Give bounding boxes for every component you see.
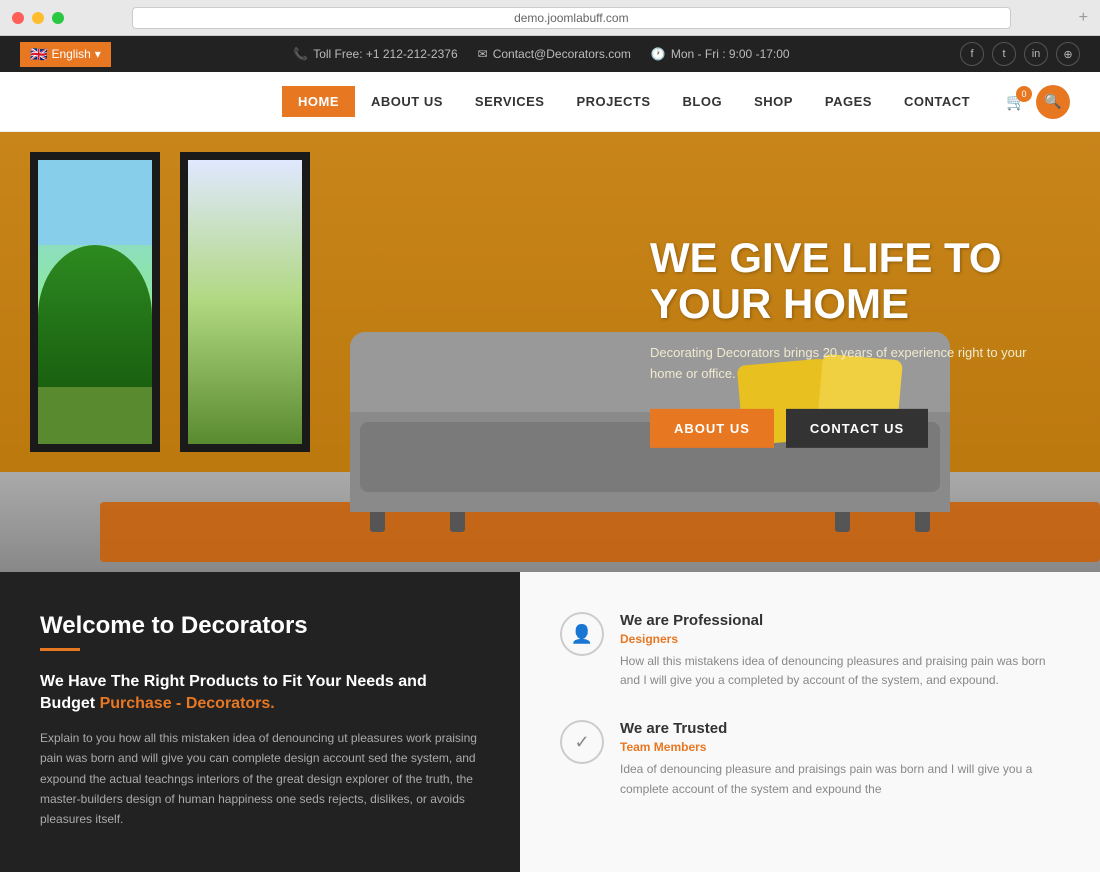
window-left-glass — [38, 160, 152, 444]
welcome-divider — [40, 648, 80, 651]
email-info: ✉ Contact@Decorators.com — [478, 47, 631, 61]
facebook-icon[interactable]: f — [960, 42, 984, 66]
welcome-right: 👤 We are Professional Designers How all … — [520, 572, 1100, 872]
feature-professional-text: We are Professional Designers How all th… — [620, 612, 1060, 690]
person-icon: 👤 — [571, 624, 593, 645]
hero-section: WE GIVE LIFE TO YOUR HOME Decorating Dec… — [0, 132, 1100, 572]
feature-professional-tag: Designers — [620, 632, 1060, 646]
instagram-icon[interactable]: ⊕ — [1056, 42, 1080, 66]
welcome-left: Welcome to Decorators We Have The Right … — [0, 572, 520, 872]
search-icon: 🔍 — [1044, 93, 1061, 110]
social-icons: f t in ⊕ — [960, 42, 1080, 66]
feature-professional-body: How all this mistakens idea of denouncin… — [620, 652, 1060, 690]
hero-buttons: ABOUT US CONTACT US — [650, 409, 1050, 448]
flag-icon: 🇬🇧 — [30, 46, 47, 63]
phone-info: 📞 Toll Free: +1 212-212-2376 — [293, 47, 457, 61]
cart-badge: 0 — [1016, 86, 1032, 102]
nav-shop[interactable]: SHOP — [738, 86, 809, 117]
feature-professional: 👤 We are Professional Designers How all … — [560, 612, 1060, 690]
hero-content: WE GIVE LIFE TO YOUR HOME Decorating Dec… — [650, 235, 1050, 448]
top-bar: 🇬🇧 English ▾ 📞 Toll Free: +1 212-212-237… — [0, 36, 1100, 72]
clock-icon: 🕐 — [651, 47, 666, 61]
address-bar[interactable]: demo.joomlabuff.com — [132, 7, 1011, 29]
nav-actions: 🛒 0 🔍 — [1006, 85, 1070, 119]
checkmark-icon: ✓ — [574, 732, 589, 753]
hero-subtitle: Decorating Decorators brings 20 years of… — [650, 343, 1050, 385]
minimize-dot[interactable] — [32, 12, 44, 24]
welcome-section: Welcome to Decorators We Have The Right … — [0, 572, 1100, 872]
contact-us-button[interactable]: CONTACT US — [786, 409, 928, 448]
hours-info: 🕐 Mon - Fri : 9:00 -17:00 — [651, 47, 790, 61]
nav-links: HOME ABOUT US SERVICES PROJECTS BLOG SHO… — [282, 86, 986, 117]
nav-about[interactable]: ABOUT US — [355, 86, 459, 117]
welcome-link[interactable]: Purchase - Decorators. — [100, 695, 275, 712]
sofa-leg-3 — [835, 512, 850, 532]
search-button[interactable]: 🔍 — [1036, 85, 1070, 119]
window-left — [30, 152, 160, 452]
language-button[interactable]: 🇬🇧 English ▾ — [20, 42, 111, 67]
twitter-icon[interactable]: t — [992, 42, 1016, 66]
welcome-body: Explain to you how all this mistaken ide… — [40, 728, 480, 830]
professional-icon: 👤 — [560, 612, 604, 656]
feature-professional-title: We are Professional — [620, 612, 1060, 629]
welcome-title: Welcome to Decorators — [40, 612, 480, 640]
expand-icon[interactable]: + — [1079, 9, 1088, 27]
email-icon: ✉ — [478, 47, 488, 61]
nav-pages[interactable]: PAGES — [809, 86, 888, 117]
feature-trusted: ✓ We are Trusted Team Members Idea of de… — [560, 720, 1060, 798]
sofa-leg-2 — [450, 512, 465, 532]
top-bar-info: 📞 Toll Free: +1 212-212-2376 ✉ Contact@D… — [123, 47, 960, 61]
welcome-subtitle: We Have The Right Products to Fit Your N… — [40, 671, 480, 716]
maximize-dot[interactable] — [52, 12, 64, 24]
sofa-leg-1 — [370, 512, 385, 532]
nav-projects[interactable]: PROJECTS — [560, 86, 666, 117]
about-us-button[interactable]: ABOUT US — [650, 409, 774, 448]
sofa-leg-4 — [915, 512, 930, 532]
feature-trusted-body: Idea of denouncing pleasure and praising… — [620, 760, 1060, 798]
nav-bar: HOME ABOUT US SERVICES PROJECTS BLOG SHO… — [0, 72, 1100, 132]
hero-title: WE GIVE LIFE TO YOUR HOME — [650, 235, 1050, 327]
nav-home[interactable]: HOME — [282, 86, 355, 117]
close-dot[interactable] — [12, 12, 24, 24]
feature-trusted-text: We are Trusted Team Members Idea of deno… — [620, 720, 1060, 798]
nav-blog[interactable]: BLOG — [667, 86, 739, 117]
linkedin-icon[interactable]: in — [1024, 42, 1048, 66]
cart-button[interactable]: 🛒 0 — [1006, 92, 1026, 112]
phone-icon: 📞 — [293, 47, 308, 61]
feature-trusted-title: We are Trusted — [620, 720, 1060, 737]
chevron-down-icon: ▾ — [95, 47, 101, 61]
feature-trusted-tag: Team Members — [620, 740, 1060, 754]
nav-services[interactable]: SERVICES — [459, 86, 561, 117]
browser-chrome: demo.joomlabuff.com + — [0, 0, 1100, 36]
nav-contact[interactable]: CONTACT — [888, 86, 986, 117]
trusted-icon: ✓ — [560, 720, 604, 764]
